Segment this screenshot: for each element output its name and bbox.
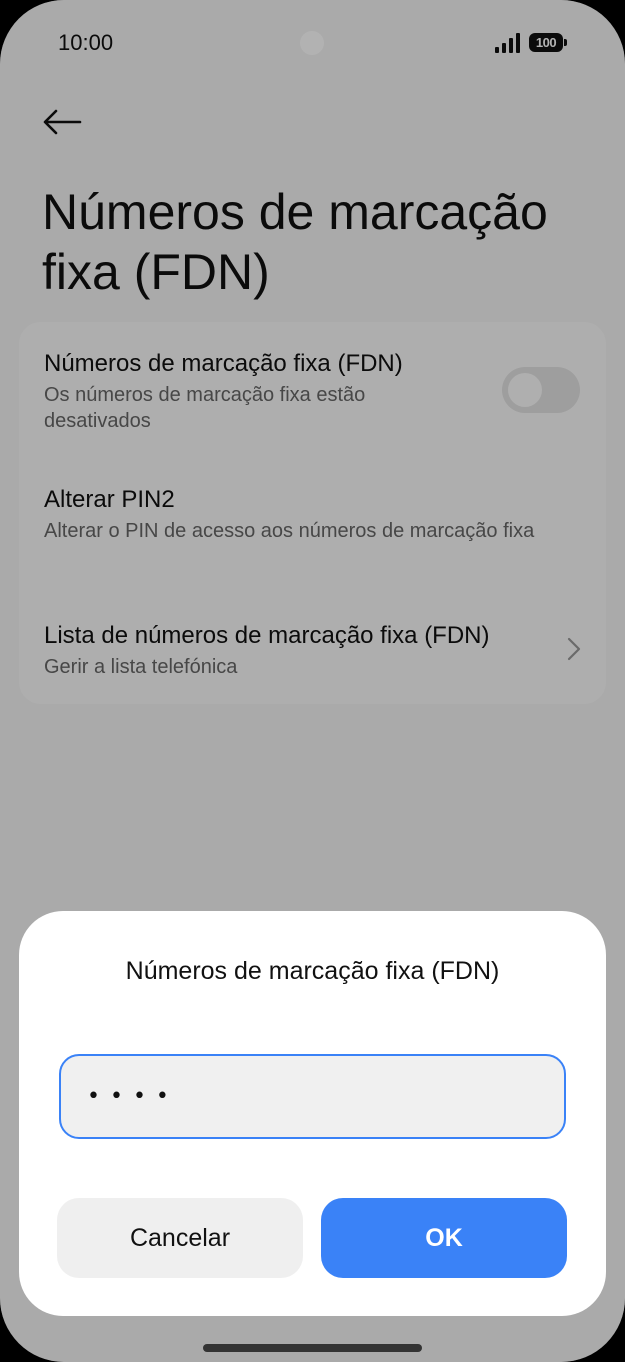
home-indicator[interactable] (203, 1344, 422, 1352)
pin2-dialog: Números de marcação fixa (FDN) Cancelar … (19, 911, 606, 1316)
dialog-title: Números de marcação fixa (FDN) (125, 957, 500, 985)
pin2-input[interactable] (59, 1054, 566, 1139)
cancel-button[interactable]: Cancelar (57, 1198, 303, 1278)
ok-button[interactable]: OK (321, 1198, 567, 1278)
phone-screen: 10:00 100 Números de marcação fixa (FDN)… (0, 0, 625, 1362)
